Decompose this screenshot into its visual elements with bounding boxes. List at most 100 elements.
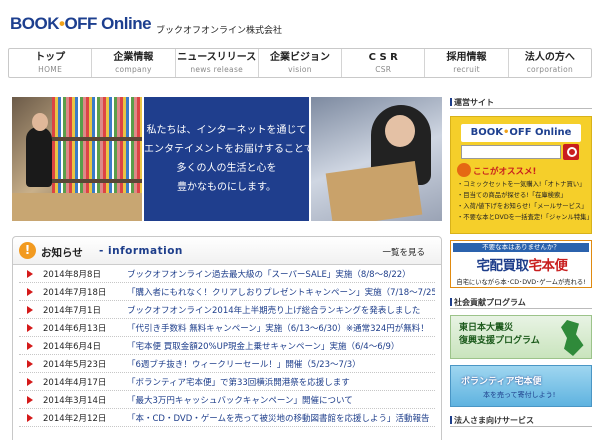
reconstruction-text: 東日本大震災復興支援プログラム <box>459 322 540 348</box>
info-icon: ! <box>19 242 36 259</box>
global-nav: トップ HOME 企業情報 company ニュースリリース news release… <box>8 48 592 78</box>
nav-corporation[interactable]: 法人の方へ corporation <box>509 49 591 77</box>
nav-label-jp: 企業ビジョン <box>269 52 330 63</box>
news-item[interactable]: 2014年7月18日 「購入者にもれなく！クリアしおりプレゼントキャンペーン」実施… <box>19 283 435 301</box>
takuhonbin-top: 不要な本はありませんか？ <box>453 243 589 252</box>
staff-face <box>32 113 48 131</box>
news-date: 2014年5月23日 <box>43 360 107 370</box>
takuhonbin-title-main: 宅配買取 <box>476 258 530 274</box>
hero-message: 私たちは、インターネットを通じて エンタテイメントをお届けすることで 多くの人の… <box>144 97 314 221</box>
arrow-right-icon <box>27 270 33 278</box>
bookoff-online-banner[interactable]: BOOK•OFF Online ここがオススメ! ・コミックセットを一気購入!「… <box>450 116 592 234</box>
nav-label-en: vision <box>288 65 312 74</box>
volunteer-takuhonbin-banner[interactable]: ボランティア宅本便 本を売って寄付しよう! <box>450 365 592 407</box>
news-headline[interactable]: 「購入者にもれなく！クリアしおりプレゼントキャンペーン」実施（7/18〜7/25… <box>127 286 435 298</box>
news-headline[interactable]: 「代引き手数料 無料キャンペーン」実施（6/13〜6/30）※通常324円が無料… <box>127 322 429 334</box>
news-item[interactable]: 2014年5月23日 「6週ブチ抜き！ウィークリーセール！」開催（5/23〜7/3… <box>19 355 435 373</box>
search-icon[interactable] <box>563 144 579 160</box>
reconstruction-line: 復興支援プログラム <box>459 336 540 346</box>
bookoff-online-logo[interactable]: BOOK•OFF Online <box>10 14 152 34</box>
nav-company[interactable]: 企業情報 company <box>92 49 176 77</box>
banner-logo: BOOK•OFF Online <box>461 124 581 142</box>
news-list: 2014年8月8日 ブックオフオンライン過去最大級の「スーパーSALE」実施（8/… <box>19 265 435 427</box>
sidebar-title-corporate: 法人さま向けサービス <box>450 415 592 427</box>
news-date: 2014年8月8日 <box>43 270 101 280</box>
customer-face <box>385 115 415 147</box>
japan-map-icon <box>561 320 584 356</box>
arrow-right-icon <box>27 306 33 314</box>
hero-line: 私たちは、インターネットを通じて <box>146 125 307 136</box>
nav-label-en: news release <box>190 65 244 74</box>
news-date: 2014年4月17日 <box>43 378 107 388</box>
nav-label-en: CSR <box>375 65 392 74</box>
news-date: 2014年3月14日 <box>43 396 107 406</box>
volunteer-title: ボランティア宅本便 <box>461 377 542 387</box>
banner-feature: ・目当ての商品が探せる!「在庫検索」 <box>457 192 567 199</box>
reconstruction-support-banner[interactable]: 東日本大震災復興支援プログラム <box>450 315 592 359</box>
hero-banner: 私たちは、インターネットを通じて エンタテイメントをお届けすることで 多くの人の… <box>12 97 442 221</box>
news-headline[interactable]: 「6週ブチ抜き！ウィークリーセール！」開催（5/23〜7/3） <box>127 358 361 370</box>
arrow-right-icon <box>27 288 33 296</box>
nav-label-en: corporation <box>526 65 574 74</box>
news-item[interactable]: 2014年6月4日 「宅本便 買取金額20%UP現金上乗せキャンペーン」実施（6/… <box>19 337 435 355</box>
nav-label-jp: トップ <box>35 52 66 63</box>
banner-recommend-label: ここがオススメ! <box>473 167 537 177</box>
banner-feature-list: ・コミックセットを一気購入!「オトナ買い」 ・目当ての商品が探せる!「在庫検索」… <box>457 179 591 223</box>
nav-label-jp: ニュースリリース <box>177 52 257 63</box>
news-headline[interactable]: ブックオフオンライン2014年上半期売り上げ総合ランキングを発表しました <box>127 304 420 316</box>
takuhonbin-caption: 自宅にいながら本･CD･DVD･ゲームが売れる! <box>456 279 586 286</box>
banner-logo-text: BOOK <box>470 127 503 138</box>
news-headline[interactable]: 「最大3万円キャッシュバックキャンペーン」開催について <box>127 394 353 406</box>
shelf-board <box>52 179 142 183</box>
arrow-right-icon <box>27 414 33 422</box>
nav-label-jp: 企業情報 <box>113 52 154 63</box>
news-headline[interactable]: 「ボランティア宅本便」で第33回横浜開港祭を応援します <box>127 376 350 388</box>
hero-line: 多くの人の生活と心を <box>176 163 277 174</box>
sidebar-title-csr: 社会貢献プログラム <box>450 297 592 309</box>
arrow-right-icon <box>27 360 33 368</box>
company-name: ブックオフオンライン株式会社 <box>156 26 283 36</box>
nav-label-en: company <box>115 65 152 74</box>
news-title: お知らせ <box>41 247 83 259</box>
news-item[interactable]: 2014年6月13日 「代引き手数料 無料キャンペーン」実施（6/13〜6/30）… <box>19 319 435 337</box>
cardboard-boxes <box>12 193 142 221</box>
reconstruction-line: 東日本大震災 <box>459 323 514 333</box>
nav-recruit[interactable]: 採用情報 recruit <box>425 49 509 77</box>
news-date: 2014年7月1日 <box>43 306 101 316</box>
news-date: 2014年2月12日 <box>43 414 107 424</box>
banner-feature: ・入荷/値下げをお知らせ!「メールサービス」 <box>457 203 588 210</box>
news-panel: ! お知らせ - information 一覧を見る 2014年8月8日ブックオ… <box>12 236 442 440</box>
news-item[interactable]: 2014年2月12日 「本・CD・DVD・ゲームを売って被災地の移動図書館を応援し… <box>19 409 435 427</box>
hero-line: エンタテイメントをお届けすることで <box>144 144 314 155</box>
news-item[interactable]: 2014年8月8日 ブックオフオンライン過去最大級の「スーパーSALE」実施（8/… <box>19 265 435 283</box>
takuhonbin-title: 宅配買取宅本便 <box>455 254 589 274</box>
nav-label-jp: 法人の方へ <box>524 52 575 63</box>
news-headline[interactable]: 「本・CD・DVD・ゲームを売って被災地の移動図書館を応援しよう」活動報告 <box>127 412 430 424</box>
nav-vision[interactable]: 企業ビジョン vision <box>259 49 343 77</box>
sidebar: 運営サイト BOOK•OFF Online ここがオススメ! ・コミックセットを… <box>450 97 592 427</box>
sidebar-title-operated-sites: 運営サイト <box>450 97 592 109</box>
shopping-bag <box>325 160 423 221</box>
news-subtitle: - information <box>99 245 183 257</box>
news-header: ! お知らせ - information 一覧を見る <box>13 237 441 265</box>
news-headline[interactable]: ブックオフオンライン過去最大級の「スーパーSALE」実施（8/8〜8/22） <box>127 268 411 280</box>
news-list-all-link[interactable]: 一覧を見る <box>382 246 425 258</box>
news-item[interactable]: 2014年3月14日 「最大3万円キャッシュバックキャンペーン」開催について <box>19 391 435 409</box>
logo-text-off: OFF <box>64 14 97 33</box>
site-header: BOOK•OFF Online ブックオフオンライン株式会社 <box>0 0 600 44</box>
banner-search-input[interactable] <box>461 145 561 159</box>
news-item[interactable]: 2014年4月17日 「ボランティア宅本便」で第33回横浜開港祭を応援します <box>19 373 435 391</box>
hero-line: 豊かなものにします。 <box>177 182 276 193</box>
news-headline[interactable]: 「宅本便 買取金額20%UP現金上乗せキャンペーン」実施（6/4〜6/9） <box>127 340 399 352</box>
nav-label-jp: C S R <box>368 52 398 63</box>
volunteer-subtitle: 本を売って寄付しよう! <box>483 391 556 399</box>
news-item[interactable]: 2014年7月1日 ブックオフオンライン2014年上半期売り上げ総合ランキングを発… <box>19 301 435 319</box>
nav-label-en: recruit <box>453 65 480 74</box>
arrow-right-icon <box>27 378 33 386</box>
nav-home[interactable]: トップ HOME <box>9 49 93 77</box>
banner-feature: ・コミックセットを一気購入!「オトナ買い」 <box>457 181 586 188</box>
nav-news-release[interactable]: ニュースリリース news release <box>176 49 259 77</box>
takuhonbin-banner[interactable]: 不要な本はありませんか？ 宅配買取宅本便 自宅にいながら本･CD･DVD･ゲーム… <box>450 240 592 288</box>
nav-csr[interactable]: C S R CSR <box>342 49 426 77</box>
takuhonbin-title-brand: 宅本便 <box>528 258 569 274</box>
